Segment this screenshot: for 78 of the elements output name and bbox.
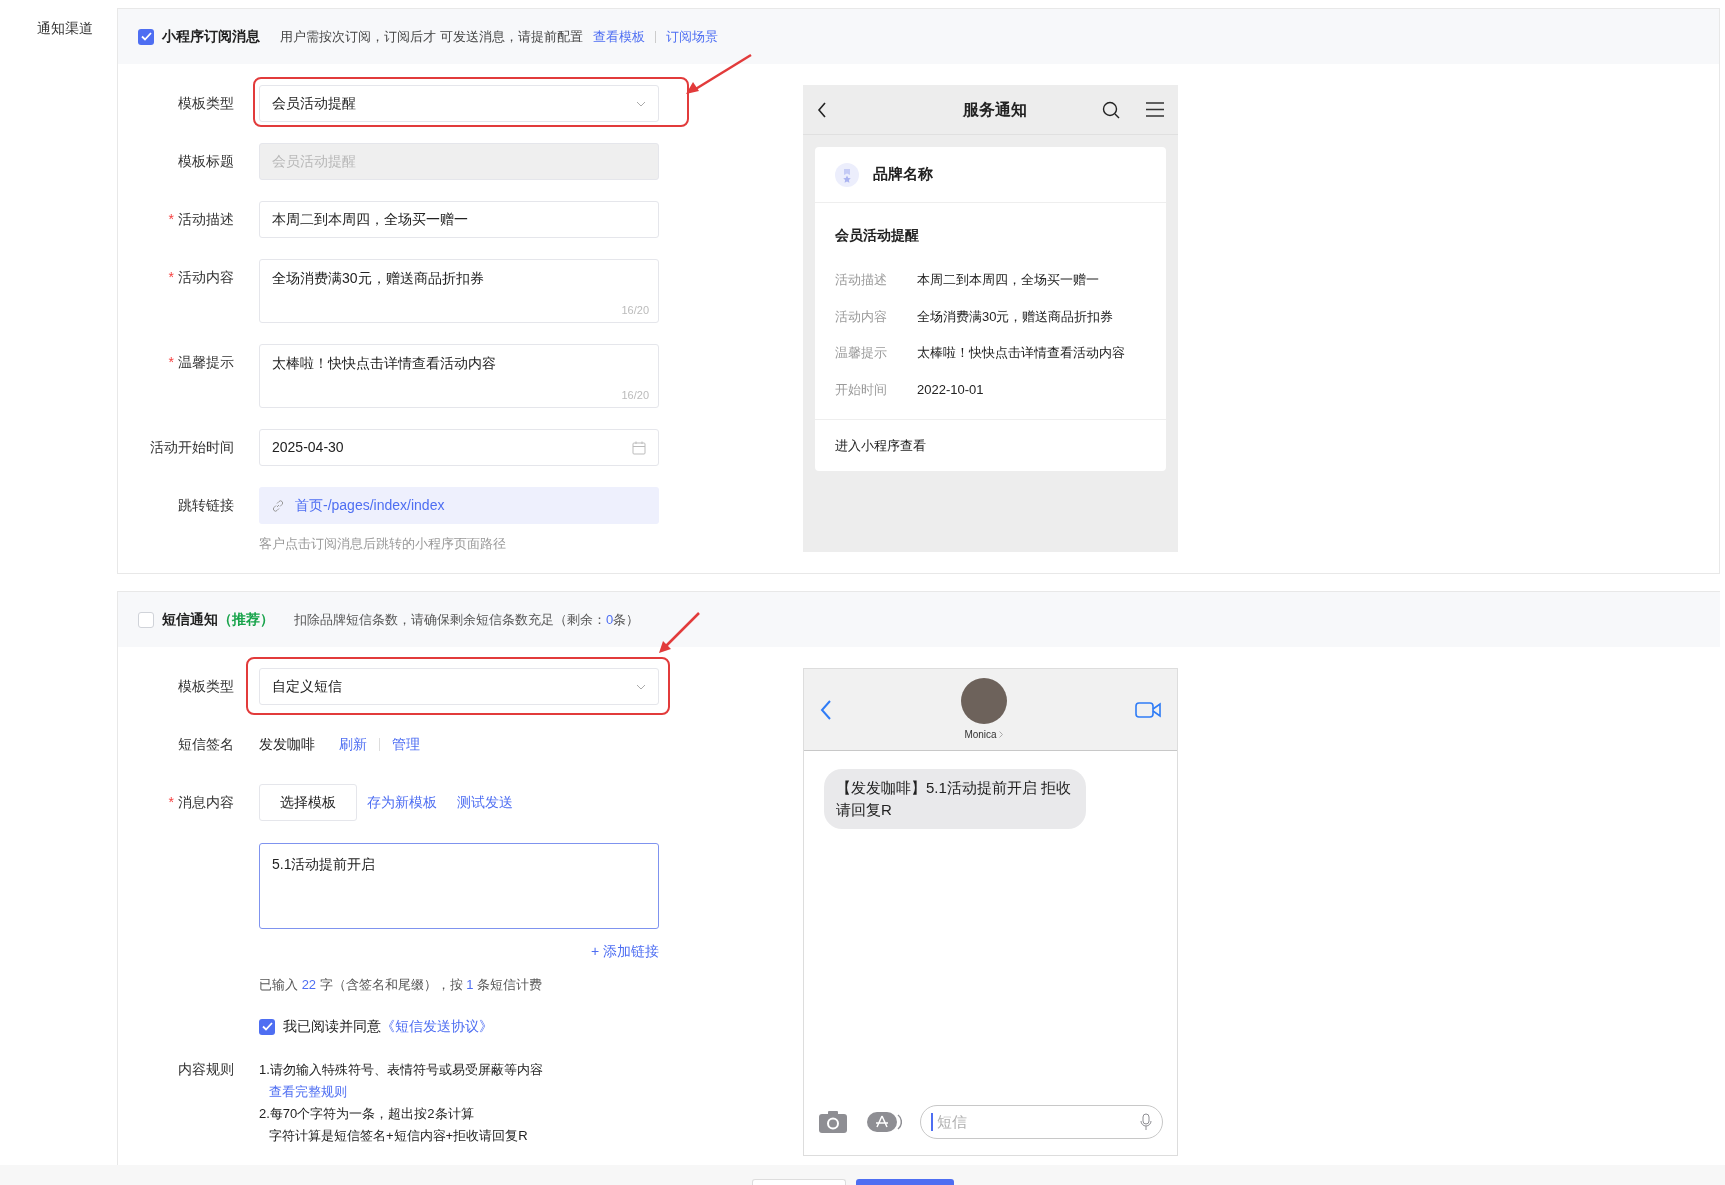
chevron-down-icon <box>636 683 646 690</box>
camera-icon[interactable] <box>818 1110 848 1134</box>
header-link[interactable]: 查看模板 <box>592 26 645 47</box>
checkbox[interactable] <box>259 1018 275 1035</box>
calendar-icon <box>632 440 646 455</box>
search-icon[interactable] <box>1102 100 1120 119</box>
signature-link[interactable]: 管理 <box>392 734 420 755</box>
hint-text: 客户点击订阅消息后跳转的小程序页面路径 <box>259 535 507 553</box>
message-textarea[interactable]: 5.1活动提前开启 <box>259 843 659 929</box>
channel-title: 短信通知 <box>162 610 218 629</box>
select-field[interactable]: 会员活动提醒 <box>259 85 659 122</box>
detail-label: 活动描述 <box>835 271 888 289</box>
brand-name: 品牌名称 <box>873 164 933 185</box>
rule-text: 1.请勿输入特殊符号、表情符号或易受屏蔽等内容 <box>259 1061 543 1079</box>
recommended-tag: （推荐） <box>218 609 274 630</box>
channel-description: 扣除品牌短信条数，请确保剩余短信条数充足（剩余：0条） <box>294 611 640 627</box>
field-label: 模板标题 <box>178 152 234 171</box>
header-link[interactable]: 订阅场景 <box>665 26 718 47</box>
detail-label: 开始时间 <box>835 380 888 399</box>
detail-value: 本周二到本周四，全场买一赠一 <box>917 271 1099 289</box>
required-asterisk: * <box>168 353 174 372</box>
field-label: 温馨提示 <box>178 353 234 372</box>
detail-value: 全场消费满30元，赠送商品折扣券 <box>917 307 1114 326</box>
channel-description: 用户需按次订阅，订阅后才 可发送消息，请提前配置 <box>280 27 583 46</box>
field-label: 跳转链接 <box>178 496 234 515</box>
field-label: 活动内容 <box>178 268 234 287</box>
microphone-icon[interactable] <box>1140 1113 1152 1131</box>
signature-link[interactable]: 刷新 <box>339 734 367 755</box>
detail-label: 温馨提示 <box>835 344 888 362</box>
checkbox[interactable] <box>138 611 154 628</box>
signature-value: 发发咖啡 <box>259 735 315 754</box>
detail-label: 活动内容 <box>835 307 888 326</box>
link-field[interactable]: 首页-/pages/index/index <box>259 487 659 524</box>
rule-text: 2.每70个字符为一条，超出按2条计算 <box>259 1105 475 1123</box>
required-asterisk: * <box>168 210 174 229</box>
action-link[interactable]: 存为新模板 <box>367 792 437 813</box>
required-asterisk: * <box>168 268 174 287</box>
menu-icon[interactable] <box>1146 102 1164 117</box>
channel-title: 小程序订阅消息 <box>162 27 260 46</box>
action-link[interactable]: 测试发送 <box>457 792 513 813</box>
char-counter: 16/20 <box>621 387 649 403</box>
preview-title: 服务通知 <box>961 99 1028 120</box>
annotation-arrow <box>657 610 702 655</box>
link-icon <box>271 498 285 513</box>
select-template-button[interactable]: 选择模板 <box>259 784 357 821</box>
detail-value: 太棒啦！快快点击详情查看活动内容 <box>917 344 1125 362</box>
chevron-down-icon <box>636 100 646 107</box>
field-label: 模板类型 <box>178 677 234 696</box>
field-label: 消息内容 <box>178 793 234 812</box>
agreement-text: 我已阅读并同意 <box>283 1017 381 1036</box>
date-field[interactable]: 2025-04-30 <box>259 429 659 466</box>
card-title: 会员活动提醒 <box>835 226 920 245</box>
text-input[interactable]: 本周二到本周四，全场买一赠一 <box>259 201 659 238</box>
char-counter: 16/20 <box>621 302 649 318</box>
brand-badge-icon <box>835 162 859 187</box>
annotation-arrow <box>684 52 754 97</box>
field-label: 短信签名 <box>178 735 234 754</box>
field-label: 内容规则 <box>178 1060 234 1079</box>
rule-text: 字符计算是短信签名+短信内容+拒收请回复R <box>268 1127 529 1145</box>
message-bubble: 【发发咖啡】5.1活动提前开启 拒收请回复R <box>824 769 1086 829</box>
checkbox[interactable] <box>138 28 154 45</box>
agreement-link[interactable]: 《短信发送协议》 <box>381 1016 493 1037</box>
add-link-button[interactable]: + 添加链接 <box>590 941 659 962</box>
select-field[interactable]: 自定义短信 <box>259 668 659 705</box>
contact-name: Monica <box>964 727 997 742</box>
field-label: 活动描述 <box>178 210 234 229</box>
character-count-text: 已输入 22 字（含签名和尾缀），按 1 条短信计费 <box>259 977 543 992</box>
app-store-icon[interactable] <box>866 1110 902 1134</box>
video-icon[interactable] <box>1135 701 1161 718</box>
field-label: 活动开始时间 <box>150 438 234 457</box>
section-label: 通知渠道 <box>37 20 93 36</box>
required-asterisk: * <box>168 793 174 812</box>
chevron-right-icon <box>998 730 1003 738</box>
back-icon[interactable] <box>817 101 827 118</box>
open-mini-program-link[interactable]: 进入小程序查看 <box>835 435 926 456</box>
detail-value: 2022-10-01 <box>917 380 984 399</box>
field-label: 模板类型 <box>178 94 234 113</box>
full-rules-link[interactable]: 查看完整规则 <box>259 1081 543 1103</box>
